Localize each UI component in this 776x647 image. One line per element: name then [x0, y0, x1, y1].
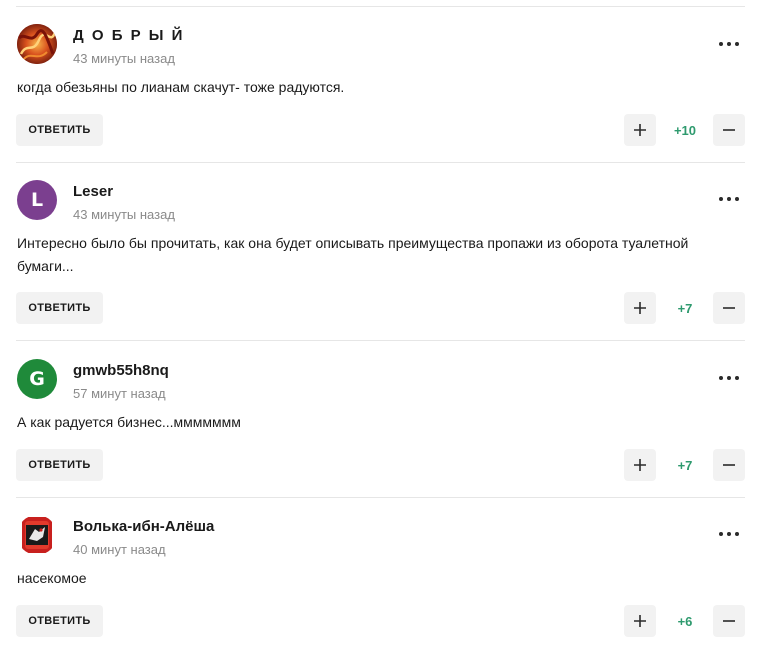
comment-time: 43 минуты назад — [73, 207, 175, 222]
plus-icon — [634, 124, 646, 136]
comment-time: 40 минут назад — [73, 542, 166, 557]
downvote-button[interactable] — [713, 114, 745, 146]
minus-icon — [723, 129, 735, 131]
downvote-button[interactable] — [713, 292, 745, 324]
reply-button[interactable]: ОТВЕТИТЬ — [16, 605, 103, 637]
plus-icon — [634, 615, 646, 627]
more-dots-icon[interactable] — [712, 187, 746, 211]
avatar[interactable] — [17, 24, 57, 64]
avatar[interactable] — [17, 515, 57, 555]
reply-button[interactable]: ОТВЕТИТЬ — [16, 449, 103, 481]
divider — [16, 162, 745, 163]
comment-text: насекомое — [17, 570, 87, 586]
more-dots-icon[interactable] — [712, 366, 746, 390]
divider — [16, 6, 745, 7]
minus-icon — [723, 464, 735, 466]
author-name[interactable]: gmwb55h8nq — [73, 362, 169, 379]
avatar-letter: L — [30, 189, 44, 211]
author-name[interactable]: Д О Б Р Ы Й — [73, 27, 184, 44]
more-dots-icon[interactable] — [712, 522, 746, 546]
upvote-button[interactable] — [624, 605, 656, 637]
avatar-image — [17, 24, 57, 64]
reply-button[interactable]: ОТВЕТИТЬ — [16, 114, 103, 146]
divider — [16, 497, 745, 498]
comment-time: 57 минут назад — [73, 386, 166, 401]
downvote-button[interactable] — [713, 605, 745, 637]
vote-score: +7 — [677, 457, 693, 473]
comment-text: А как радуется бизнес...ммммммм — [17, 414, 241, 430]
reply-button[interactable]: ОТВЕТИТЬ — [16, 292, 103, 324]
minus-icon — [723, 307, 735, 309]
plus-icon — [634, 459, 646, 471]
comment-time: 43 минуты назад — [73, 51, 175, 66]
avatar[interactable]: L — [17, 180, 57, 220]
downvote-button[interactable] — [713, 449, 745, 481]
divider — [16, 340, 745, 341]
upvote-button[interactable] — [624, 292, 656, 324]
upvote-button[interactable] — [624, 114, 656, 146]
upvote-button[interactable] — [624, 449, 656, 481]
author-name[interactable]: Волька-ибн-Алёша — [73, 518, 214, 535]
comment-text: когда обезьяны по лианам скачут- тоже ра… — [17, 79, 345, 95]
vote-score: +6 — [677, 613, 693, 629]
minus-icon — [723, 620, 735, 622]
plus-icon — [634, 302, 646, 314]
more-dots-icon[interactable] — [712, 32, 746, 56]
avatar-letter: G — [29, 368, 45, 390]
vote-score: +10 — [673, 122, 697, 138]
vote-score: +7 — [677, 300, 693, 316]
author-name[interactable]: Leser — [73, 183, 113, 200]
avatar[interactable]: G — [17, 359, 57, 399]
avatar-image — [22, 517, 52, 553]
comment-text: Интересно было бы прочитать, как она буд… — [17, 235, 689, 274]
